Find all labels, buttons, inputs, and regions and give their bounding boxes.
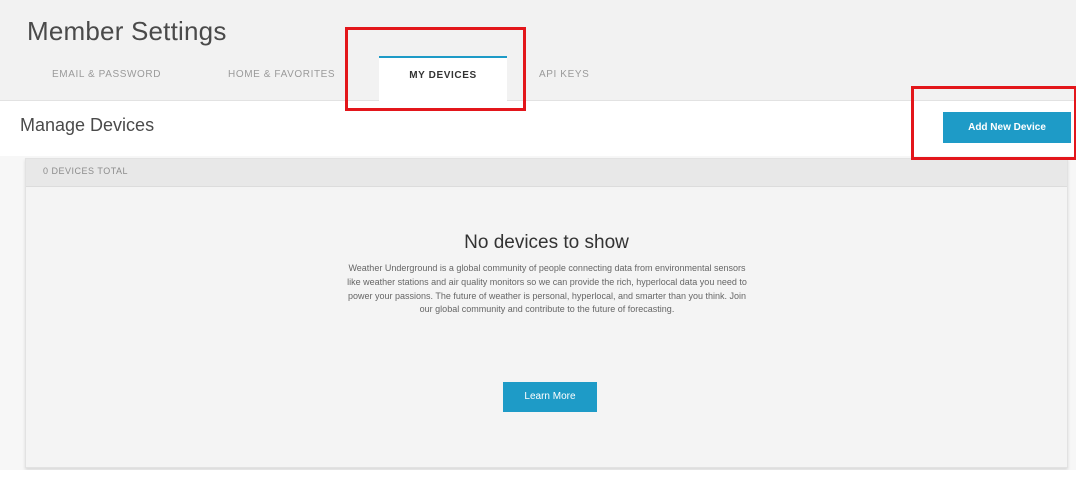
learn-more-button[interactable]: Learn More <box>503 382 597 412</box>
page-title: Member Settings <box>27 16 227 46</box>
tab-email-password[interactable]: EMAIL & PASSWORD <box>52 64 202 98</box>
devices-count: 0 DEVICES TOTAL <box>43 166 129 176</box>
tab-api-keys[interactable]: API KEYS <box>539 64 619 98</box>
section-title: Manage Devices <box>20 115 155 135</box>
tab-highlight-box <box>345 27 526 111</box>
page-bottom <box>0 470 1076 488</box>
add-button-highlight-box <box>911 86 1076 160</box>
devices-panel-header: 0 DEVICES TOTAL <box>26 159 1067 187</box>
devices-panel: 0 DEVICES TOTAL No devices to show Weath… <box>25 158 1068 468</box>
empty-state-title: No devices to show <box>464 232 629 253</box>
empty-state-description: Weather Underground is a global communit… <box>347 263 747 315</box>
